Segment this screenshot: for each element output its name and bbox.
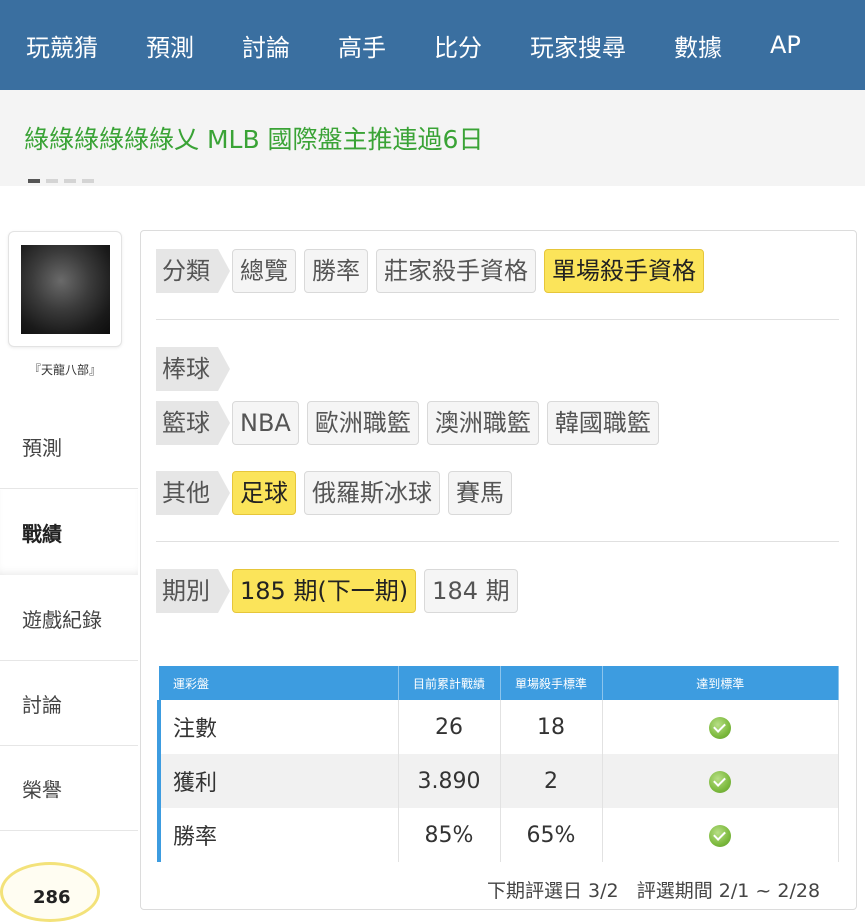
table-header-row: 運彩盤 目前累計戰績 單場殺手標準 達到標準 xyxy=(159,666,839,700)
standard-value: 2 xyxy=(500,754,603,808)
table-row: 勝率 85% 65% xyxy=(157,808,839,862)
sidebar-item-game-log[interactable]: 遊戲紀錄 xyxy=(0,576,138,661)
baseball-label[interactable]: 棒球 xyxy=(156,347,230,391)
top-nav: 玩競猜 預測 討論 高手 比分 玩家搜尋 數據 AP xyxy=(0,0,865,90)
check-icon xyxy=(709,824,732,847)
sidebar-item-predict[interactable]: 預測 xyxy=(0,404,138,489)
column-header: 運彩盤 xyxy=(159,666,399,700)
row-name: 注數 xyxy=(157,700,399,754)
period-label: 期別 xyxy=(156,569,230,613)
record-panel: 分類 總覽 勝率 莊家殺手資格 單場殺手資格 棒球 籃球 NBA 歐洲職籃 澳洲… xyxy=(140,230,857,910)
check-icon xyxy=(709,770,732,793)
period-option-185[interactable]: 185 期(下一期) xyxy=(232,569,417,613)
nav-item-experts[interactable]: 高手 xyxy=(338,28,386,63)
category-option-single-killer[interactable]: 單場殺手資格 xyxy=(544,249,704,293)
met-cell xyxy=(602,754,839,808)
basketball-option-europe[interactable]: 歐洲職籃 xyxy=(306,401,419,445)
met-cell xyxy=(602,700,839,754)
sidebar-item-label: 榮譽 xyxy=(22,777,62,802)
carousel-dot[interactable] xyxy=(46,179,58,183)
category-option-winrate[interactable]: 勝率 xyxy=(304,249,368,293)
other-option-horse-racing[interactable]: 賽馬 xyxy=(448,471,512,515)
basketball-label: 籃球 xyxy=(156,401,230,445)
category-option-bookie-killer[interactable]: 莊家殺手資格 xyxy=(376,249,536,293)
other-option-soccer[interactable]: 足球 xyxy=(232,471,296,515)
sidebar-item-label: 預測 xyxy=(22,435,62,460)
standard-value: 18 xyxy=(500,700,603,754)
sidebar-item-honors[interactable]: 榮譽 xyxy=(0,746,138,831)
sidebar-item-record[interactable]: 戰績 xyxy=(0,490,138,575)
basketball-option-nba[interactable]: NBA xyxy=(232,401,299,445)
divider xyxy=(156,541,839,542)
met-cell xyxy=(602,808,839,862)
carousel-dot[interactable] xyxy=(28,179,40,183)
period-option-184[interactable]: 184 期 xyxy=(424,569,518,613)
other-option-khl[interactable]: 俄羅斯冰球 xyxy=(304,471,440,515)
nav-item-player-search[interactable]: 玩家搜尋 xyxy=(530,28,626,63)
nav-item-predict[interactable]: 預測 xyxy=(146,28,194,63)
avatar-card[interactable] xyxy=(8,231,122,347)
carousel-dots xyxy=(28,179,94,183)
nav-item-scores[interactable]: 比分 xyxy=(434,28,482,63)
carousel-dot[interactable] xyxy=(64,179,76,183)
headline-banner: 綠綠綠綠綠綠乂 MLB 國際盤主推連過6日 xyxy=(0,90,865,186)
other-filter-row: 其他 足球 俄羅斯冰球 賽馬 xyxy=(156,471,512,515)
current-value: 3.890 xyxy=(398,754,501,808)
basketball-filter-row: 籃球 NBA 歐洲職籃 澳洲職籃 韓國職籃 xyxy=(156,401,659,445)
qualification-table: 運彩盤 目前累計戰績 單場殺手標準 達到標準 注數 26 18 獲利 3.890… xyxy=(157,666,839,862)
standard-value: 65% xyxy=(500,808,603,862)
current-value: 26 xyxy=(398,700,501,754)
row-name: 勝率 xyxy=(157,808,399,862)
column-header: 單場殺手標準 xyxy=(500,666,603,700)
carousel-dot[interactable] xyxy=(82,179,94,183)
baseball-filter-row: 棒球 xyxy=(156,347,230,391)
sidebar-item-label: 戰績 xyxy=(22,522,62,546)
current-value: 85% xyxy=(398,808,501,862)
next-selection-date: 下期評選日 3/2 xyxy=(487,880,619,902)
basketball-option-korea[interactable]: 韓國職籃 xyxy=(546,401,659,445)
selection-footer: 下期評選日 3/2 評選期間 2/1 ~ 2/28 xyxy=(487,876,820,903)
column-header: 達到標準 xyxy=(602,666,839,700)
category-filter-row: 分類 總覽 勝率 莊家殺手資格 單場殺手資格 xyxy=(156,249,704,293)
sidebar-item-label: 遊戲紀錄 xyxy=(22,607,102,632)
sidebar-item-label: 討論 xyxy=(22,692,62,717)
sidebar-item-discuss[interactable]: 討論 xyxy=(0,661,138,746)
category-option-overview[interactable]: 總覽 xyxy=(232,249,296,293)
headline-title[interactable]: 綠綠綠綠綠綠乂 MLB 國際盤主推連過6日 xyxy=(24,120,483,156)
period-filter-row: 期別 185 期(下一期) 184 期 xyxy=(156,569,518,613)
other-label: 其他 xyxy=(156,471,230,515)
divider xyxy=(156,319,839,320)
table-row: 注數 26 18 xyxy=(157,700,839,754)
nav-item-guess[interactable]: 玩競猜 xyxy=(26,28,98,63)
nav-item-data[interactable]: 數據 xyxy=(674,28,722,63)
nav-item-discuss[interactable]: 討論 xyxy=(242,28,290,63)
selection-period: 評選期間 2/1 ~ 2/28 xyxy=(636,880,821,902)
table-row: 獲利 3.890 2 xyxy=(157,754,839,808)
check-icon xyxy=(709,716,732,739)
basketball-option-australia[interactable]: 澳洲職籃 xyxy=(426,401,539,445)
username: 『天龍八部』 xyxy=(28,363,101,377)
nav-item-app[interactable]: AP xyxy=(770,31,801,59)
avatar xyxy=(21,245,110,334)
row-name: 獲利 xyxy=(157,754,399,808)
points-badge: 286 xyxy=(0,862,100,922)
column-header: 目前累計戰績 xyxy=(398,666,501,700)
category-label: 分類 xyxy=(156,249,230,293)
